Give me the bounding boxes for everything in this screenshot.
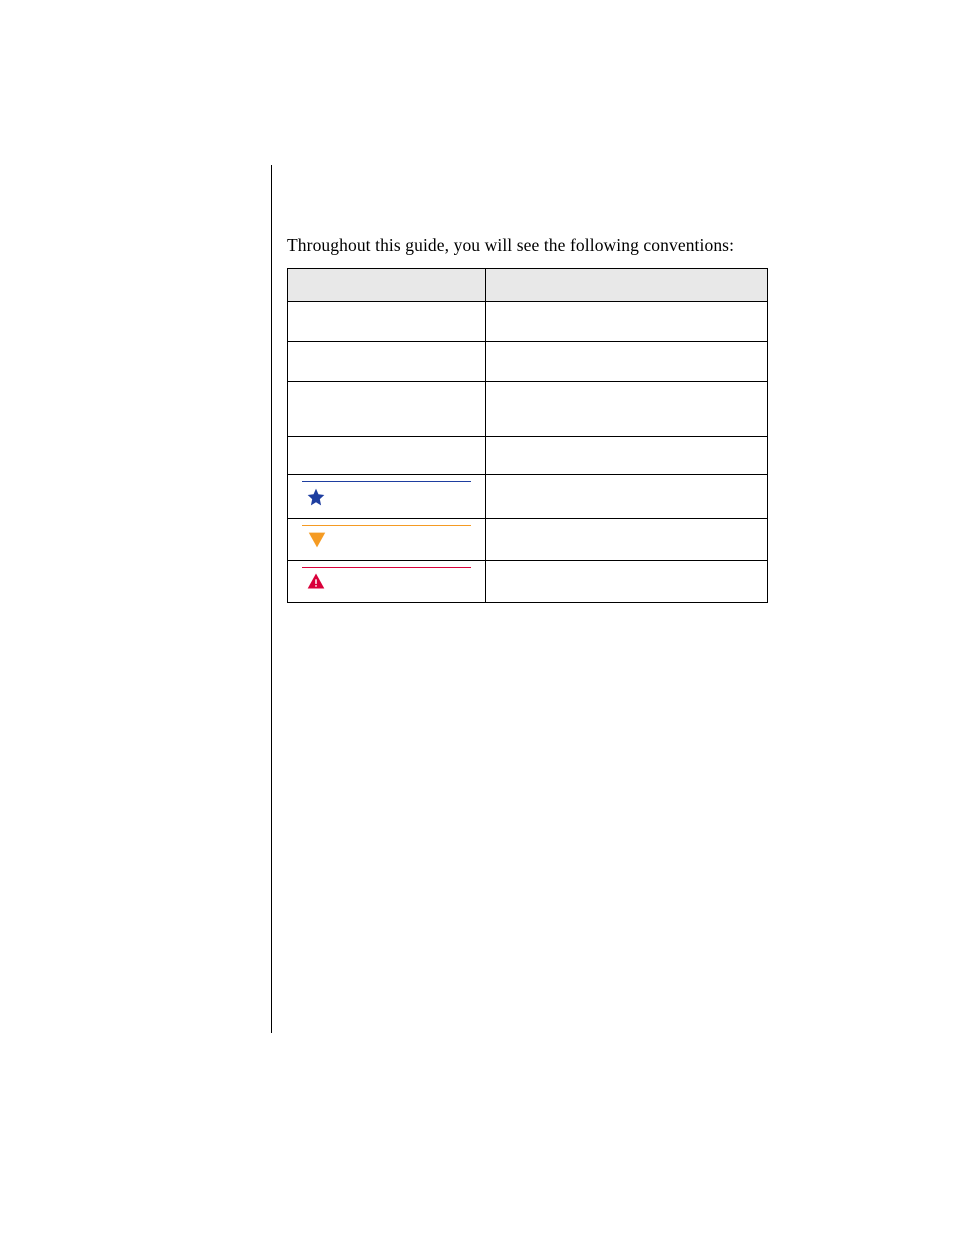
cell-description-3 xyxy=(485,382,767,437)
table-header-row xyxy=(288,269,768,302)
header-cell-description xyxy=(485,269,767,302)
note-divider xyxy=(302,481,471,482)
table-row-note xyxy=(288,475,768,519)
cell-description-1 xyxy=(485,302,767,342)
table-row xyxy=(288,302,768,342)
caution-triangle-icon xyxy=(306,529,328,551)
cell-convention-4 xyxy=(288,437,486,475)
table-row xyxy=(288,382,768,437)
warning-divider xyxy=(302,567,471,568)
cell-caution-icon xyxy=(288,519,486,561)
cell-caution-description xyxy=(485,519,767,561)
header-cell-convention xyxy=(288,269,486,302)
caution-divider xyxy=(302,525,471,526)
table-row xyxy=(288,342,768,382)
cell-description-4 xyxy=(485,437,767,475)
cell-convention-2 xyxy=(288,342,486,382)
cell-convention-1 xyxy=(288,302,486,342)
cell-note-description xyxy=(485,475,767,519)
cell-description-2 xyxy=(485,342,767,382)
warning-triangle-icon xyxy=(306,571,326,591)
vertical-divider xyxy=(271,165,272,1033)
conventions-table xyxy=(287,268,768,603)
cell-warning-description xyxy=(485,561,767,603)
intro-text: Throughout this guide, you will see the … xyxy=(287,235,734,256)
cell-convention-3 xyxy=(288,382,486,437)
star-icon xyxy=(306,487,326,507)
table-row-caution xyxy=(288,519,768,561)
table-row-warning xyxy=(288,561,768,603)
table-row xyxy=(288,437,768,475)
document-page: Throughout this guide, you will see the … xyxy=(0,0,954,1235)
cell-warning-icon xyxy=(288,561,486,603)
cell-note-icon xyxy=(288,475,486,519)
